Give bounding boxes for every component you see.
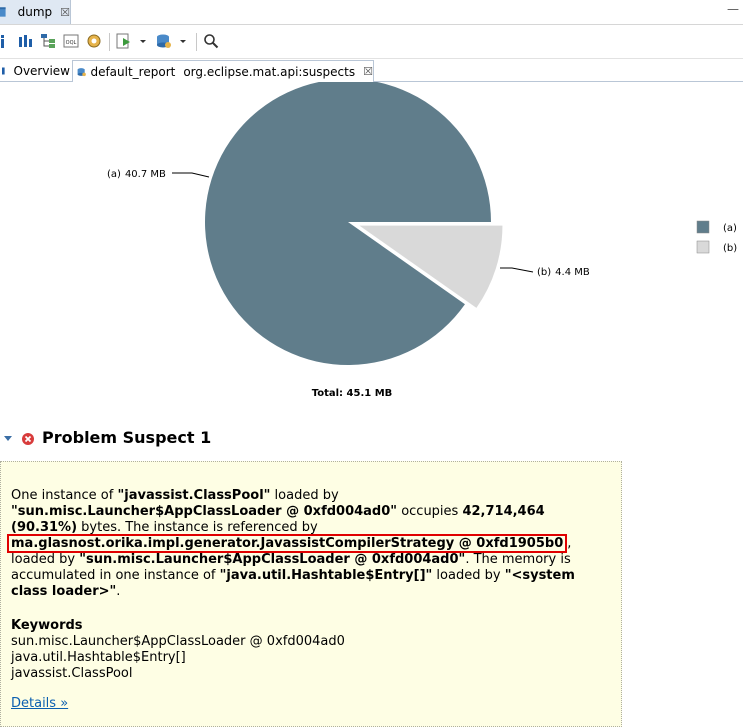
legend-label-a: (a)	[723, 223, 737, 234]
problem-suspect-header[interactable]: Problem Suspect 1	[0, 426, 400, 450]
keyword-item: javassist.ClassPool	[11, 666, 133, 681]
tab-report-name: default_report	[90, 64, 176, 79]
loader-name: "sun.misc.Launcher$AppClassLoader @ 0xfd…	[79, 552, 466, 567]
dropdown-arrow-icon[interactable]	[138, 33, 148, 49]
query-browser-icon[interactable]	[156, 33, 172, 49]
suspect-description: One instance of "javassist.ClassPool" lo…	[7, 488, 611, 600]
editor-tab-label: dump	[17, 5, 53, 19]
slice-label-a: (a) 40.7 MB	[107, 169, 166, 180]
editor-tab-bar: dump ☒ —	[0, 0, 743, 25]
heap-dump-icon	[0, 7, 6, 17]
leader-line-b	[500, 267, 534, 273]
tab-default-report[interactable]: default_report org.eclipse.mat.api:suspe…	[72, 60, 374, 82]
report-tab-bar: Overview default_report org.eclipse.mat.…	[0, 59, 743, 82]
text: One instance of	[11, 488, 118, 503]
keywords-title: Keywords	[11, 618, 83, 633]
text: . The memory is	[465, 552, 571, 567]
text: loaded by	[270, 488, 339, 503]
info-icon[interactable]	[0, 33, 6, 49]
oql-icon[interactable]: OQL	[63, 33, 79, 49]
tab-overview[interactable]: Overview	[0, 60, 70, 81]
search-icon[interactable]	[203, 33, 219, 49]
dominator-tree-icon[interactable]	[40, 33, 56, 49]
toolbar: OQL	[0, 25, 743, 59]
suspect-description-box: One instance of "javassist.ClassPool" lo…	[0, 461, 622, 727]
loader-name: class loader>"	[11, 584, 117, 599]
keyword-item: java.util.Hashtable$Entry[]	[11, 650, 186, 665]
legend-swatch-a	[696, 220, 710, 234]
dropdown-arrow-icon[interactable]	[178, 33, 188, 49]
legend-label-b: (b)	[723, 243, 737, 254]
text: accumulated in one instance of	[11, 568, 220, 583]
keyword-item: sun.misc.Launcher$AppClassLoader @ 0xfd0…	[11, 634, 345, 649]
pie-slice-a	[205, 82, 491, 365]
minimize-icon[interactable]: —	[727, 2, 739, 16]
toolbar-separator	[109, 33, 110, 51]
tab-overview-label: Overview	[13, 63, 71, 78]
highlighted-referrer: ma.glasnost.orika.impl.generator.Javassi…	[7, 534, 568, 553]
histogram-icon[interactable]	[17, 33, 33, 49]
retained-bytes: 42,714,464	[462, 504, 545, 519]
details-link[interactable]: Details »	[11, 696, 68, 711]
run-report-icon[interactable]	[116, 33, 132, 49]
chart-total: Total: 45.1 MB	[312, 388, 393, 399]
class-name: "javassist.ClassPool"	[117, 488, 271, 503]
text: loaded by	[11, 552, 80, 567]
report-icon	[77, 67, 86, 76]
retained-percent: (90.31%)	[11, 520, 78, 535]
pie-chart: (a) 40.7 MB (b) 4.4 MB Total: 45.1 MB (a) …	[107, 82, 737, 399]
class-name: "java.util.Hashtable$Entry[]"	[219, 568, 433, 583]
tab-report-id: org.eclipse.mat.api:suspects	[183, 64, 356, 79]
text: .	[116, 584, 121, 599]
error-icon	[22, 433, 34, 445]
toolbar-separator	[196, 33, 197, 51]
close-icon[interactable]: ☒	[363, 65, 373, 78]
overview-icon	[2, 67, 5, 74]
slice-label-b: (b) 4.4 MB	[537, 267, 590, 278]
text: bytes. The instance is referenced by	[77, 520, 318, 535]
text: loaded by	[432, 568, 505, 583]
leader-line-a	[172, 172, 210, 178]
text: occupies	[397, 504, 463, 519]
text: ,	[567, 536, 572, 551]
loader-name: "sun.misc.Launcher$AppClassLoader @ 0xfd…	[11, 504, 398, 519]
close-icon[interactable]: ☒	[60, 6, 70, 19]
loader-name: "<system	[504, 568, 575, 583]
editor-tab-dump[interactable]: dump ☒	[0, 0, 71, 24]
svg-text:OQL: OQL	[66, 40, 77, 46]
collapse-icon[interactable]	[3, 434, 13, 444]
legend-swatch-b	[696, 240, 710, 254]
heap-dump-overview-icon[interactable]	[86, 33, 102, 49]
problem-suspect-title: Problem Suspect 1	[42, 428, 212, 447]
